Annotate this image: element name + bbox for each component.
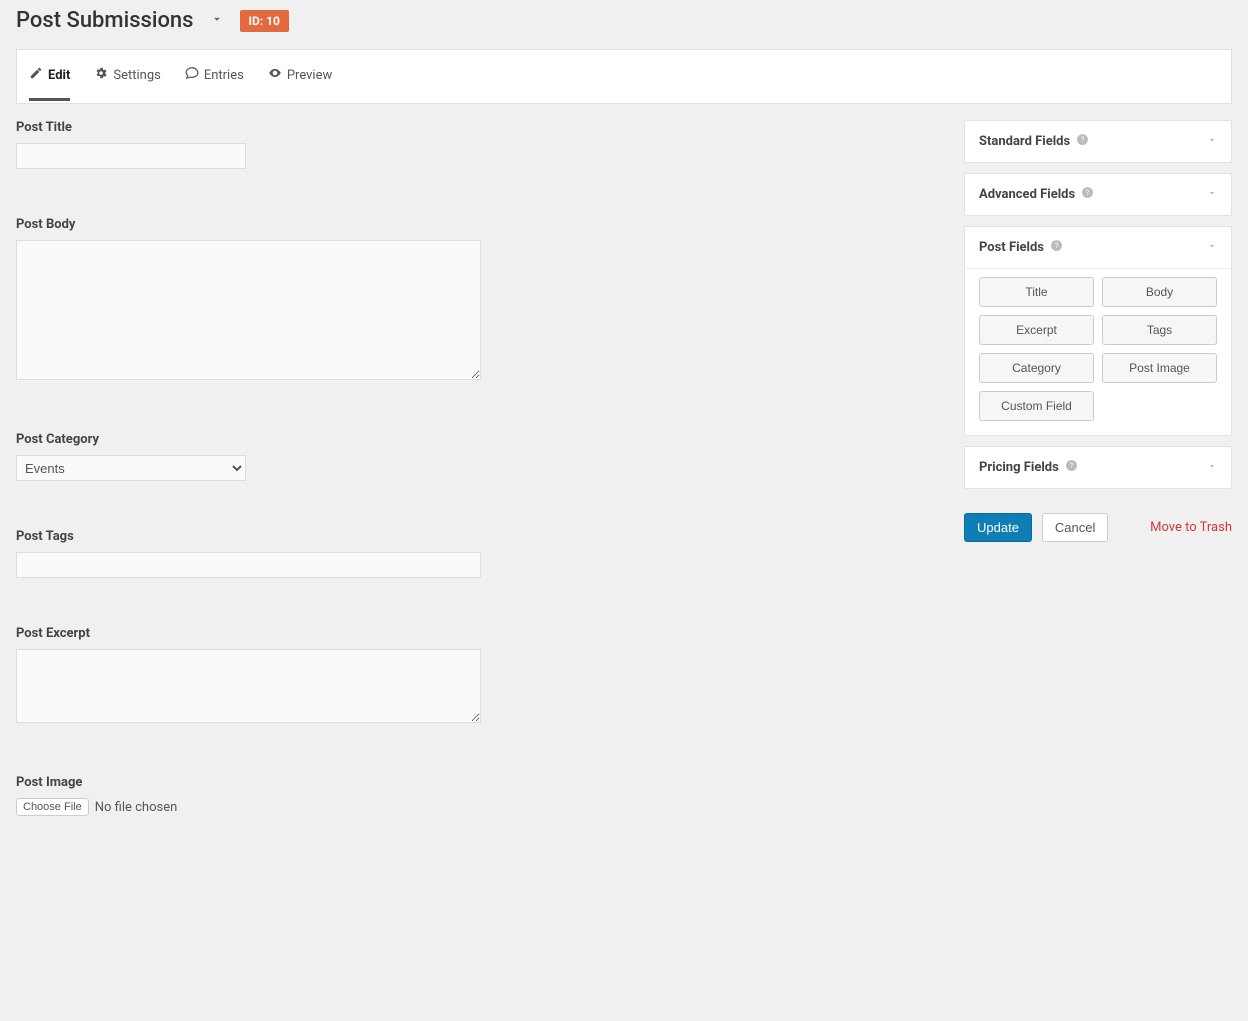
field-button-excerpt[interactable]: Excerpt xyxy=(979,315,1094,345)
panel-header[interactable]: Standard Fields ? xyxy=(965,121,1231,162)
tab-label: Settings xyxy=(113,68,160,83)
move-to-trash-link[interactable]: Move to Trash xyxy=(1150,520,1232,535)
help-icon: ? xyxy=(1081,186,1094,203)
form-id-badge: ID: 10 xyxy=(240,10,289,32)
post-tags-input[interactable] xyxy=(16,552,481,578)
field-label: Post Body xyxy=(16,217,944,232)
tab-label: Edit xyxy=(48,68,70,83)
tab-label: Preview xyxy=(287,68,332,83)
field-post-image: Post Image Choose File No file chosen xyxy=(16,775,944,816)
field-post-excerpt: Post Excerpt xyxy=(16,626,944,727)
caret-down-icon xyxy=(1207,240,1217,255)
field-button-body[interactable]: Body xyxy=(1102,277,1217,307)
gear-icon xyxy=(94,66,108,84)
update-button[interactable]: Update xyxy=(964,513,1032,542)
post-excerpt-textarea[interactable] xyxy=(16,649,481,723)
fields-sidebar: Standard Fields ? Advanced Fields ? Post… xyxy=(964,120,1232,542)
help-icon: ? xyxy=(1076,133,1089,150)
comment-icon xyxy=(185,66,199,84)
tab-label: Entries xyxy=(204,68,244,83)
edit-icon xyxy=(29,66,43,84)
caret-down-icon xyxy=(1207,460,1217,475)
field-post-body: Post Body xyxy=(16,217,944,384)
post-body-textarea[interactable] xyxy=(16,240,481,380)
panel-advanced-fields: Advanced Fields ? xyxy=(964,173,1232,216)
tab-edit[interactable]: Edit xyxy=(17,50,82,103)
panel-title: Standard Fields xyxy=(979,134,1070,149)
form-tabs: Edit Settings Entries Preview xyxy=(16,49,1232,104)
field-post-title: Post Title xyxy=(16,120,944,169)
field-post-category: Post Category Events xyxy=(16,432,944,481)
caret-down-icon xyxy=(1207,187,1217,202)
field-post-tags: Post Tags xyxy=(16,529,944,578)
field-label: Post Category xyxy=(16,432,944,447)
panel-title: Advanced Fields xyxy=(979,187,1075,202)
field-button-post-image[interactable]: Post Image xyxy=(1102,353,1217,383)
form-actions: Update Cancel Move to Trash xyxy=(964,513,1232,542)
panel-header[interactable]: Pricing Fields ? xyxy=(965,447,1231,488)
cancel-button[interactable]: Cancel xyxy=(1042,513,1108,542)
field-button-title[interactable]: Title xyxy=(979,277,1094,307)
field-label: Post Image xyxy=(16,775,944,790)
field-label: Post Tags xyxy=(16,529,944,544)
field-button-category[interactable]: Category xyxy=(979,353,1094,383)
post-title-input[interactable] xyxy=(16,143,246,169)
post-category-select[interactable]: Events xyxy=(16,455,246,481)
panel-title: Pricing Fields xyxy=(979,460,1059,475)
chevron-down-icon[interactable] xyxy=(210,12,224,30)
file-status-text: No file chosen xyxy=(95,800,178,815)
panel-standard-fields: Standard Fields ? xyxy=(964,120,1232,163)
field-button-custom-field[interactable]: Custom Field xyxy=(979,391,1094,421)
choose-file-button[interactable]: Choose File xyxy=(16,798,89,816)
help-icon: ? xyxy=(1050,239,1063,256)
field-label: Post Title xyxy=(16,120,944,135)
panel-header[interactable]: Advanced Fields ? xyxy=(965,174,1231,215)
eye-icon xyxy=(268,66,282,84)
form-editor: Post Title Post Body Post Category Event… xyxy=(16,120,944,864)
caret-down-icon xyxy=(1207,134,1217,149)
page-title: Post Submissions xyxy=(16,8,194,33)
field-button-tags[interactable]: Tags xyxy=(1102,315,1217,345)
help-icon: ? xyxy=(1065,459,1078,476)
tab-settings[interactable]: Settings xyxy=(82,50,172,103)
page-header: Post Submissions ID: 10 xyxy=(0,0,1248,49)
panel-post-fields: Post Fields ? Title Body Excerpt Tags Ca… xyxy=(964,226,1232,436)
tab-entries[interactable]: Entries xyxy=(173,50,256,103)
panel-header[interactable]: Post Fields ? xyxy=(965,227,1231,268)
panel-pricing-fields: Pricing Fields ? xyxy=(964,446,1232,489)
field-label: Post Excerpt xyxy=(16,626,944,641)
tab-preview[interactable]: Preview xyxy=(256,50,344,103)
panel-title: Post Fields xyxy=(979,240,1044,255)
